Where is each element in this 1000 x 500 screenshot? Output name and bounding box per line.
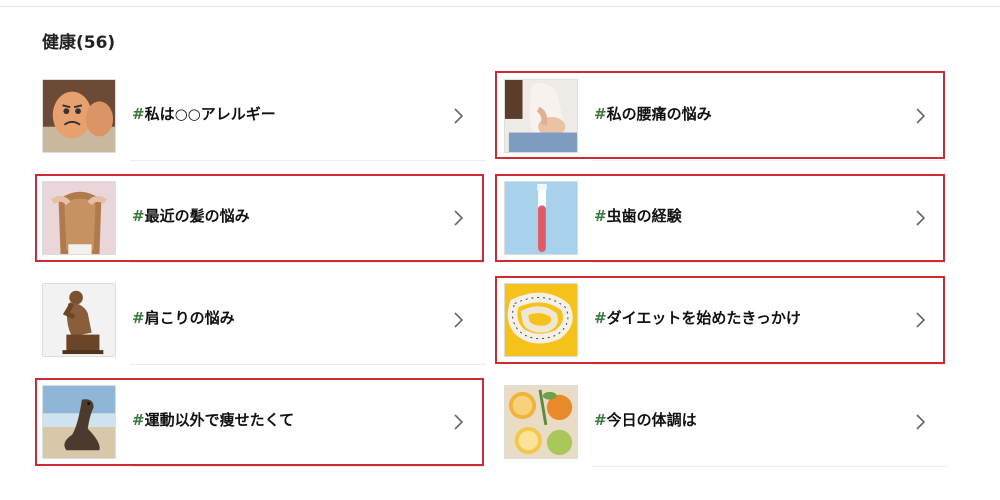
topic-label: #ダイエットを始めたきっかけ	[594, 309, 801, 327]
topic-label: #運動以外で痩せたくて	[132, 411, 295, 429]
row-divider	[592, 262, 948, 263]
section-title: 健康(56)	[42, 33, 116, 53]
topic-label: #今日の体調は	[594, 411, 697, 429]
citrus-fruit-icon	[504, 385, 578, 459]
egg-face-icon	[42, 79, 116, 153]
row-divider	[130, 466, 486, 467]
topic-label: #私は○○アレルギー	[132, 105, 276, 123]
hair-icon	[42, 181, 116, 255]
sea-lion-icon	[42, 385, 116, 459]
thinker-statue-icon	[42, 283, 116, 357]
topic-label: #肩こりの悩み	[132, 309, 235, 327]
measuring-tape-icon	[504, 283, 578, 357]
topic-card-shoulder[interactable]: #肩こりの悩み	[36, 277, 486, 365]
chevron-right-icon	[454, 312, 464, 328]
topic-card-back-pain[interactable]: #私の腰痛の悩み	[498, 73, 948, 161]
topic-label: #虫歯の経験	[594, 207, 682, 225]
chevron-right-icon	[454, 210, 464, 226]
row-divider	[130, 160, 486, 161]
topic-card-diet[interactable]: #ダイエットを始めたきっかけ	[498, 277, 948, 365]
top-divider	[0, 6, 1000, 7]
chevron-right-icon	[454, 108, 464, 124]
topic-card-cavity[interactable]: #虫歯の経験	[498, 175, 948, 263]
row-divider	[592, 466, 948, 467]
chevron-right-icon	[916, 108, 926, 124]
topic-card-exercise[interactable]: #運動以外で痩せたくて	[36, 379, 486, 467]
toothbrush-icon	[504, 181, 578, 255]
topic-label: #私の腰痛の悩み	[594, 105, 712, 123]
topic-card-allergy[interactable]: #私は○○アレルギー	[36, 73, 486, 161]
topic-card-condition[interactable]: #今日の体調は	[498, 379, 948, 467]
chevron-right-icon	[916, 210, 926, 226]
chevron-right-icon	[454, 414, 464, 430]
chevron-right-icon	[916, 312, 926, 328]
topic-label: #最近の髪の悩み	[132, 207, 250, 225]
topic-card-hair[interactable]: #最近の髪の悩み	[36, 175, 486, 263]
back-pain-icon	[504, 79, 578, 153]
row-divider	[592, 160, 948, 161]
row-divider	[130, 262, 486, 263]
row-divider	[130, 364, 486, 365]
chevron-right-icon	[916, 414, 926, 430]
row-divider	[592, 364, 948, 365]
